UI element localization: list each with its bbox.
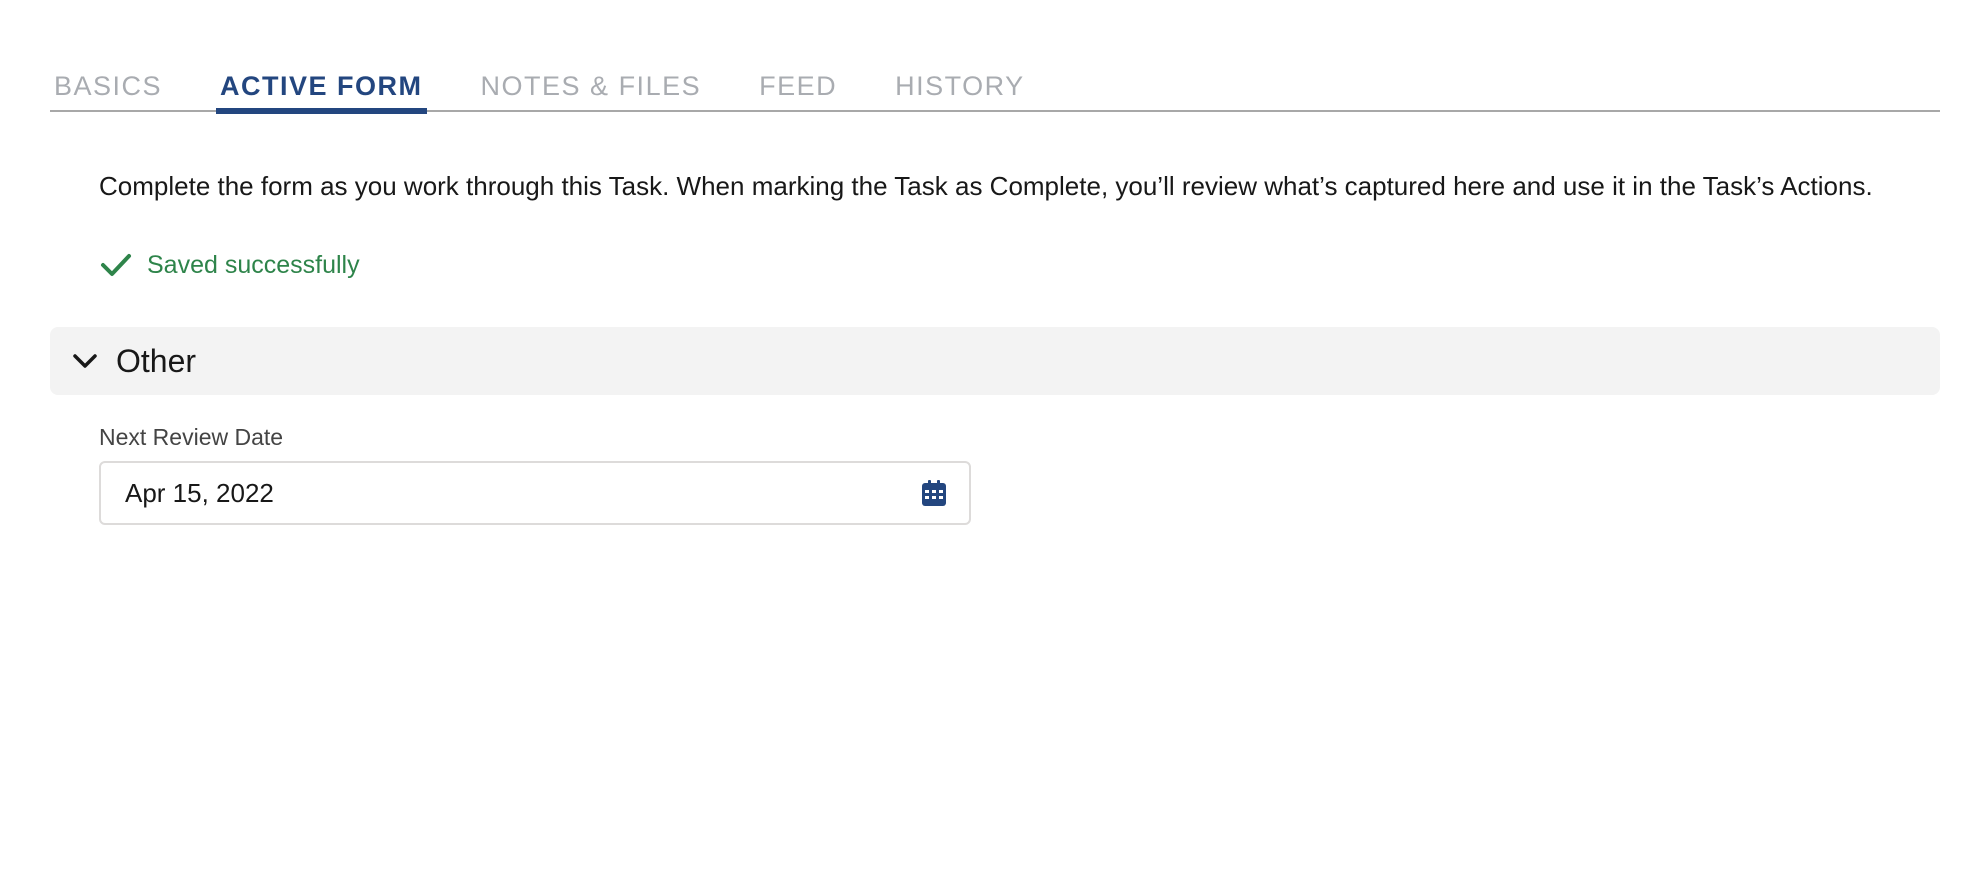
next-review-date-value: Apr 15, 2022 <box>125 477 274 508</box>
checkmark-icon <box>99 248 133 282</box>
section-header-other[interactable]: Other <box>50 327 1940 395</box>
form-instructions: Complete the form as you work through th… <box>99 171 1873 201</box>
tab-bar: BASICS ACTIVE FORM NOTES & FILES FEED HI… <box>50 62 1940 114</box>
tab-basics[interactable]: BASICS <box>50 70 166 110</box>
tab-active-form[interactable]: ACTIVE FORM <box>216 70 427 114</box>
save-status: Saved successfully <box>99 248 360 282</box>
next-review-date-label: Next Review Date <box>99 424 284 450</box>
save-status-text: Saved successfully <box>147 250 360 279</box>
tab-history[interactable]: HISTORY <box>891 70 1029 110</box>
tab-feed[interactable]: FEED <box>755 70 841 110</box>
tab-notes-files[interactable]: NOTES & FILES <box>477 70 706 110</box>
next-review-date-input[interactable]: Apr 15, 2022 <box>99 461 971 525</box>
section-title: Other <box>116 342 197 379</box>
chevron-down-icon <box>70 346 100 376</box>
calendar-icon[interactable] <box>919 478 949 508</box>
task-form-page: BASICS ACTIVE FORM NOTES & FILES FEED HI… <box>0 0 1988 890</box>
